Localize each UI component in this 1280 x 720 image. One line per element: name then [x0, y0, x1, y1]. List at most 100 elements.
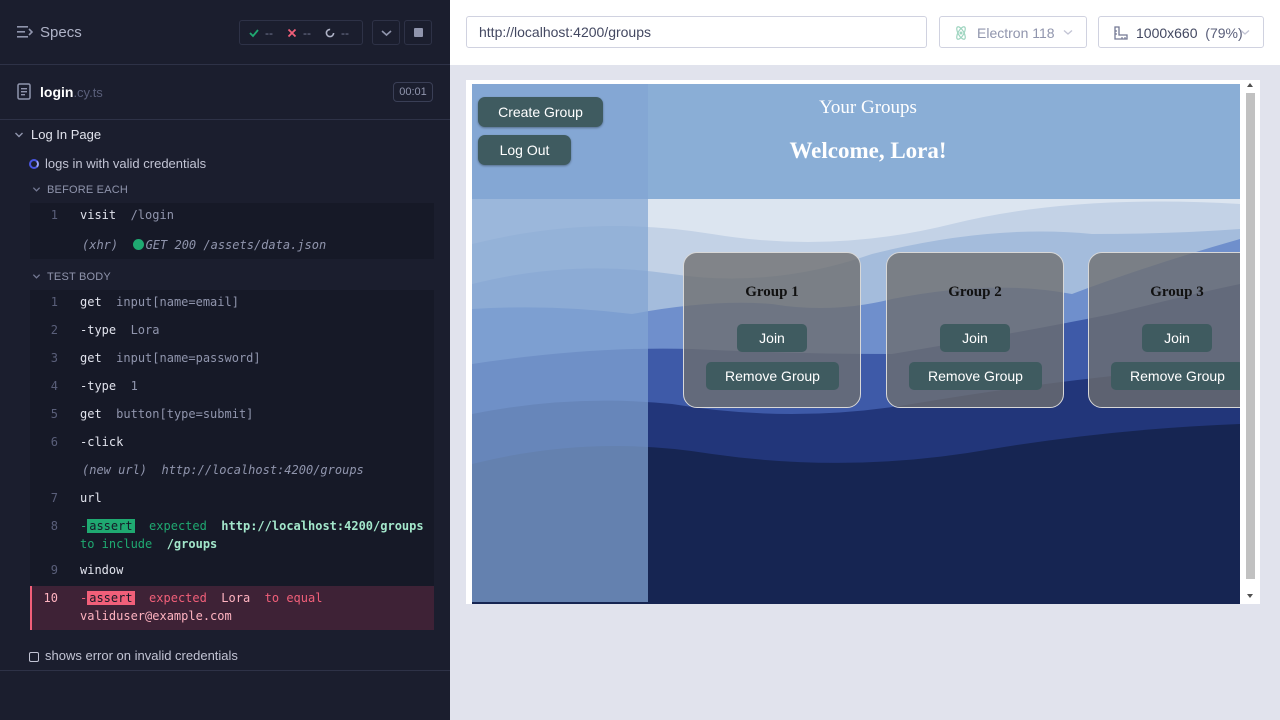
command-number: 3	[50, 351, 58, 365]
group-card: Group 3 Join Remove Group	[1088, 252, 1240, 408]
chevron-down-icon	[1240, 30, 1250, 35]
test-body-title[interactable]: TEST BODY	[47, 271, 111, 283]
viewport-dimensions: 1000x660	[1136, 25, 1198, 41]
failed-stat: --	[287, 26, 311, 40]
before-each-title[interactable]: BEFORE EACH	[47, 184, 128, 196]
chevron-down-icon	[381, 30, 392, 37]
command-name: get	[80, 407, 102, 421]
viewport-size: 1000x660 (79%)	[1136, 25, 1243, 41]
assert-target: validuser@example.com	[80, 609, 232, 623]
assert-value: Lora	[221, 591, 251, 605]
command-name: visit	[80, 208, 117, 222]
assert-verb: to equal	[264, 591, 323, 605]
app-page: Your Groups Welcome, Lora! Create Group …	[472, 84, 1240, 604]
command-number: 8	[50, 519, 58, 533]
group-card: Group 2 Join Remove Group	[886, 252, 1064, 408]
command-number: 2	[50, 323, 58, 337]
spec-file-header: login.cy.ts 00:01	[0, 65, 450, 120]
assert-badge: assert	[87, 519, 135, 533]
command-arg: http://localhost:4200/groups	[161, 463, 364, 477]
test-body-commands: 1 get input[name=email] 2 -type Lora 3 g…	[30, 290, 434, 586]
welcome-message: Welcome, Lora!	[789, 138, 947, 163]
create-group-button[interactable]: Create Group	[478, 97, 603, 127]
browser-selector[interactable]: Electron 118	[939, 16, 1087, 48]
viewport-selector[interactable]: 1000x660 (79%)	[1098, 16, 1264, 48]
reporter-panel: Specs -- -- -- login.cy.ts 00:01 Log In …	[0, 0, 450, 720]
stats-bar: -- -- --	[239, 20, 363, 45]
command-arg: GET 200 /assets/data.json	[145, 238, 327, 252]
electron-icon	[956, 26, 966, 40]
command-arg: /login	[130, 208, 174, 222]
file-icon	[17, 83, 31, 100]
divider	[0, 670, 450, 671]
command-number: 5	[50, 407, 58, 421]
aut-header: http://localhost:4200/groups Electron 11…	[450, 0, 1280, 65]
stop-icon	[414, 28, 423, 37]
failed-count: --	[303, 25, 311, 40]
group-name: Group 2	[948, 284, 1002, 300]
specs-label[interactable]: Specs	[40, 24, 82, 41]
remove-group-button[interactable]: Remove Group	[1111, 362, 1240, 390]
pending-icon	[29, 652, 39, 662]
command-number: 1	[50, 295, 58, 309]
command-name: window	[80, 563, 124, 577]
command-arg: input[name=email]	[116, 295, 239, 309]
chevron-down-icon	[1063, 30, 1073, 35]
xhr-status-dot	[132, 239, 144, 250]
chevron-down-icon[interactable]	[32, 185, 41, 194]
command-arg: input[name=password]	[116, 351, 261, 365]
scroll-down-icon[interactable]	[1247, 594, 1253, 598]
logout-button[interactable]: Log Out	[478, 135, 571, 165]
pending-count: --	[341, 25, 349, 40]
command-name: (new url)	[82, 463, 148, 477]
run-timer: 00:01	[393, 82, 433, 102]
options-dropdown-button[interactable]	[372, 20, 400, 45]
remove-group-button[interactable]: Remove Group	[706, 362, 839, 390]
join-group-button[interactable]: Join	[737, 324, 807, 352]
x-icon	[287, 28, 297, 37]
spec-file-name[interactable]: login.cy.ts	[40, 84, 103, 100]
chevron-down-icon[interactable]	[32, 272, 41, 281]
spinner-icon	[29, 159, 39, 169]
command-name: -type	[80, 323, 117, 337]
command-number: 10	[43, 591, 58, 605]
spec-file-ext: .cy.ts	[73, 85, 103, 100]
aut-panel: http://localhost:4200/groups Electron 11…	[450, 0, 1280, 720]
spinner-icon	[325, 28, 335, 37]
join-group-button[interactable]: Join	[940, 324, 1010, 352]
test-title: shows error on invalid credentials	[45, 648, 238, 663]
assert-target: /groups	[166, 537, 218, 551]
check-icon	[249, 28, 259, 37]
command-number: 7	[50, 491, 58, 505]
assert-fail-row[interactable]: 10 - assert expected Lora to equal validu…	[30, 586, 434, 630]
command-number: 9	[50, 563, 58, 577]
stop-button[interactable]	[404, 20, 432, 45]
assert-badge: assert	[87, 591, 135, 605]
command-number: 4	[50, 379, 58, 393]
scrollbar[interactable]	[1240, 80, 1260, 604]
command-number: 1	[50, 208, 58, 222]
remove-group-button[interactable]: Remove Group	[909, 362, 1042, 390]
assert-expected: expected	[149, 591, 207, 605]
browser-name: Electron 118	[977, 25, 1055, 41]
join-group-button[interactable]: Join	[1142, 324, 1212, 352]
scrollbar-thumb[interactable]	[1246, 93, 1255, 579]
command-name: (xhr)	[82, 238, 119, 252]
url-bar[interactable]: http://localhost:4200/groups	[466, 16, 927, 48]
specs-icon[interactable]	[17, 25, 33, 39]
command-arg: button[type=submit]	[116, 407, 254, 421]
command-arg: 1	[130, 379, 138, 393]
aut-iframe[interactable]: Your Groups Welcome, Lora! Create Group …	[466, 80, 1260, 604]
assert-value: http://localhost:4200/groups	[221, 519, 424, 533]
page-title: Your Groups	[819, 97, 917, 118]
test-title: logs in with valid credentials	[45, 156, 207, 171]
assert-verb: to include	[80, 537, 153, 551]
group-name: Group 3	[1150, 284, 1204, 300]
reporter-header: Specs -- -- --	[0, 0, 450, 65]
spec-file-basename: login	[40, 84, 74, 100]
chevron-down-icon	[15, 132, 23, 138]
group-name: Group 1	[745, 284, 799, 300]
command-number: 6	[50, 435, 58, 449]
ruler-icon	[1114, 26, 1128, 40]
scroll-up-icon[interactable]	[1247, 83, 1253, 87]
